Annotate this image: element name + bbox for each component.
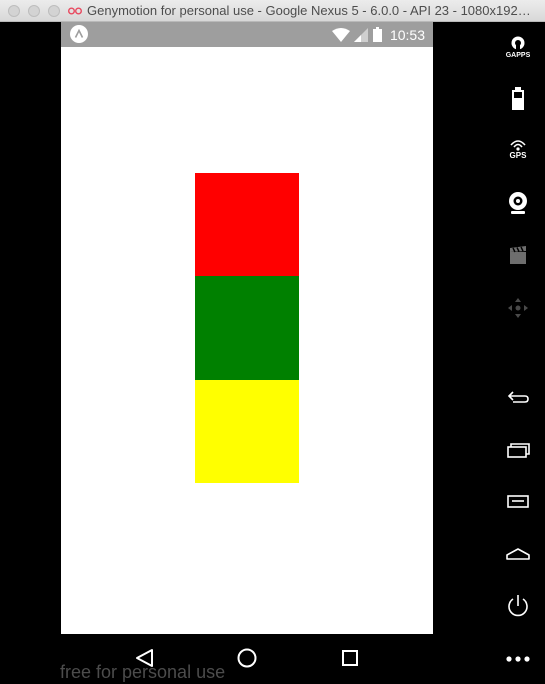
status-indicators: 10:53 — [331, 22, 425, 47]
recents-icon — [507, 443, 530, 458]
battery-icon — [512, 87, 524, 110]
wifi-icon — [331, 27, 350, 42]
gps-icon — [510, 140, 526, 151]
red-box — [195, 173, 299, 276]
close-window-button[interactable] — [8, 5, 20, 17]
clapper-icon — [510, 246, 526, 264]
circle-home-icon — [237, 648, 257, 668]
window-title-group: Genymotion for personal use - Google Nex… — [68, 0, 531, 22]
more-tool-button[interactable] — [505, 646, 531, 672]
emulator-window: Genymotion for personal use - Google Nex… — [0, 0, 545, 684]
menu-icon — [507, 495, 529, 508]
notification-app-icon — [70, 25, 88, 43]
battery-button[interactable] — [505, 86, 531, 112]
webcam-button[interactable] — [505, 190, 531, 216]
dpad-icon — [508, 298, 528, 318]
recents-tool-button[interactable] — [505, 437, 531, 463]
menu-tool-button[interactable] — [505, 489, 531, 515]
watermark-text: free for personal use — [60, 662, 226, 682]
maximize-window-button[interactable] — [48, 5, 60, 17]
power-icon — [508, 595, 528, 617]
android-status-bar: 10:53 — [61, 22, 433, 47]
back-icon — [507, 391, 529, 403]
nav-home-button[interactable] — [235, 646, 259, 670]
home-icon — [506, 548, 530, 560]
more-icon — [506, 656, 530, 662]
home-tool-button[interactable] — [505, 541, 531, 567]
genymotion-logo-icon — [68, 7, 82, 15]
yellow-box — [195, 380, 299, 483]
genymotion-toolbar: GAPPS GPS — [433, 22, 545, 684]
power-tool-button[interactable] — [505, 593, 531, 619]
back-tool-button[interactable] — [505, 384, 531, 410]
app-screen[interactable] — [61, 47, 433, 634]
green-box — [195, 276, 299, 380]
battery-status-icon — [372, 27, 382, 42]
gapps-label: GAPPS — [505, 52, 531, 59]
webcam-icon — [509, 192, 527, 214]
gapps-icon — [511, 36, 525, 53]
cell-signal-icon — [353, 27, 368, 42]
dpad-button[interactable] — [505, 295, 531, 321]
nav-recents-button[interactable] — [338, 646, 362, 670]
title-bar: Genymotion for personal use - Google Nex… — [0, 0, 545, 22]
status-clock: 10:53 — [389, 26, 425, 43]
window-title: Genymotion for personal use - Google Nex… — [87, 3, 531, 18]
square-recents-icon — [342, 650, 358, 666]
gapps-button[interactable]: GAPPS — [505, 35, 531, 61]
gps-label: GPS — [509, 151, 527, 160]
minimize-window-button[interactable] — [28, 5, 40, 17]
gps-button[interactable]: GPS — [505, 138, 531, 164]
capture-button[interactable] — [505, 243, 531, 269]
